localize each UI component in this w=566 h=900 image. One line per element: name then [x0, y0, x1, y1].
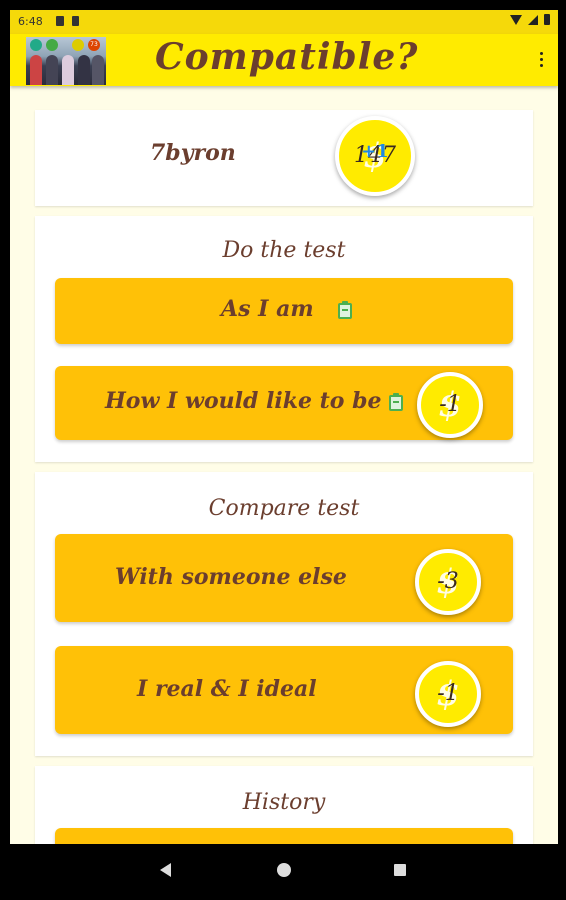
cost-coin: $ -1 [415, 661, 481, 727]
back-icon[interactable] [160, 863, 171, 877]
signal-icon [528, 14, 538, 25]
system-nav-bar [0, 844, 566, 900]
logo-person [62, 55, 74, 85]
status-bar: 6:48 [10, 10, 558, 34]
clipboard-icon [389, 393, 403, 411]
history-title: History [242, 790, 326, 815]
do-test-card: Do the test As I am How I would like to … [35, 216, 533, 462]
coin-bonus: +1 [361, 141, 389, 162]
cost-value: -3 [437, 569, 459, 594]
history-button[interactable] [55, 828, 513, 844]
as-i-am-label: As I am [221, 296, 314, 322]
logo-person [30, 55, 42, 85]
app-screen: 6:48 73 Compatible? 7byron $ 147 +1 Do t… [10, 10, 558, 844]
cost-coin: $ -1 [417, 372, 483, 438]
would-like-button[interactable]: How I would like to be $ -1 [55, 366, 513, 440]
logo-badge: 73 [88, 39, 100, 51]
real-ideal-button[interactable]: I real & I ideal $ -1 [55, 646, 513, 734]
status-time: 6:48 [18, 15, 43, 28]
wifi-icon [510, 14, 522, 25]
would-like-label: How I would like to be [105, 388, 382, 414]
username: 7byron [150, 140, 236, 166]
logo-badge [46, 39, 58, 51]
clipboard-icon [338, 301, 352, 319]
history-card: History [35, 766, 533, 844]
overflow-menu-icon[interactable] [540, 52, 544, 70]
app-bar: 73 Compatible? [10, 34, 558, 86]
logo-badge [72, 39, 84, 51]
sim-icon [72, 16, 79, 26]
someone-else-label: With someone else [115, 564, 347, 590]
compare-title: Compare test [208, 496, 360, 521]
real-ideal-label: I real & I ideal [137, 676, 317, 702]
logo-person [46, 55, 58, 85]
home-icon[interactable] [277, 863, 291, 877]
coin-balance[interactable]: $ 147 +1 [335, 116, 415, 196]
app-logo: 73 [26, 37, 106, 85]
logo-badge [30, 39, 42, 51]
battery-icon [544, 14, 550, 25]
as-i-am-button[interactable]: As I am [55, 278, 513, 344]
logo-person [92, 55, 104, 85]
user-card: 7byron $ 147 +1 [35, 110, 533, 206]
cost-value: -1 [439, 392, 461, 417]
recents-icon[interactable] [394, 864, 406, 876]
compare-card: Compare test With someone else $ -3 I re… [35, 472, 533, 756]
cost-value: -1 [437, 681, 459, 706]
someone-else-button[interactable]: With someone else $ -3 [55, 534, 513, 622]
notification-icon [56, 16, 64, 26]
cost-coin: $ -3 [415, 549, 481, 615]
do-test-title: Do the test [222, 238, 346, 263]
app-title: Compatible? [155, 36, 419, 78]
logo-person [78, 55, 90, 85]
